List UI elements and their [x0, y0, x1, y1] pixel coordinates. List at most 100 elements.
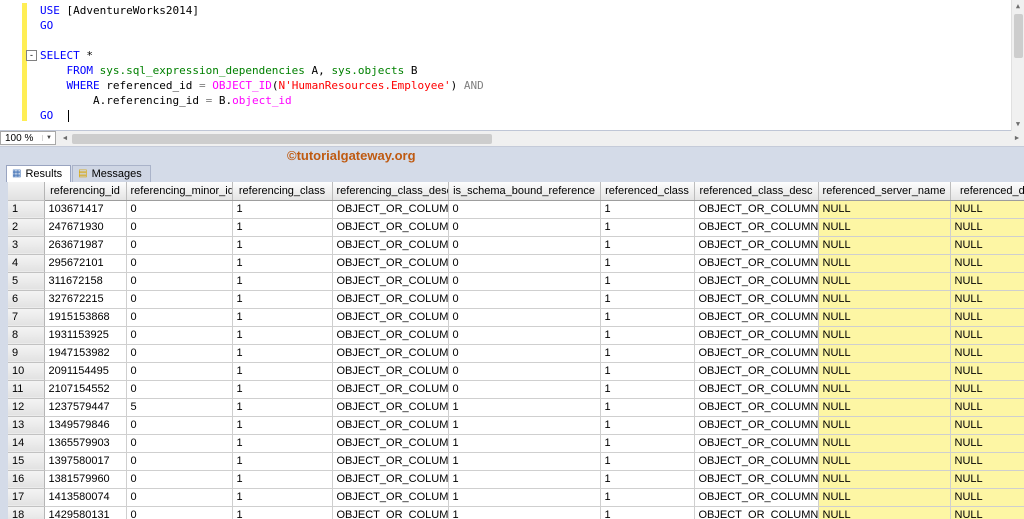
grid-cell[interactable]: 0: [448, 380, 601, 399]
grid-cell[interactable]: 1413580074: [44, 488, 127, 507]
row-number[interactable]: 13: [8, 416, 45, 435]
row-number[interactable]: 1: [8, 200, 45, 219]
grid-cell[interactable]: OBJECT_OR_COLUMN: [332, 272, 449, 291]
grid-cell[interactable]: 1237579447: [44, 398, 127, 417]
grid-cell[interactable]: OBJECT_OR_COLUMN: [332, 290, 449, 309]
grid-cell[interactable]: NULL: [818, 344, 951, 363]
grid-cell[interactable]: NULL: [818, 326, 951, 345]
grid-cell[interactable]: OBJECT_OR_COLUMN: [694, 236, 819, 255]
column-header[interactable]: referencing_minor_id: [126, 182, 233, 201]
row-number[interactable]: 2: [8, 218, 45, 237]
grid-cell[interactable]: 0: [126, 488, 233, 507]
grid-cell[interactable]: 1: [600, 290, 695, 309]
grid-cell[interactable]: 0: [448, 254, 601, 273]
select-all-corner[interactable]: [8, 182, 45, 201]
scrollbar-thumb[interactable]: [1013, 14, 1023, 58]
sql-editor[interactable]: USE [AdventureWorks2014] GO - SELECT * FRO…: [0, 0, 1024, 131]
grid-cell[interactable]: 2091154495: [44, 362, 127, 381]
grid-cell[interactable]: OBJECT_OR_COLUMN: [332, 326, 449, 345]
grid-cell[interactable]: OBJECT_OR_COLUMN: [694, 434, 819, 453]
grid-cell[interactable]: 1: [232, 326, 333, 345]
grid-cell[interactable]: OBJECT_OR_COLUMN: [332, 380, 449, 399]
grid-cell[interactable]: NULL: [950, 236, 1024, 255]
grid-cell[interactable]: 295672101: [44, 254, 127, 273]
grid-cell[interactable]: OBJECT_OR_COLUMN: [694, 200, 819, 219]
grid-cell[interactable]: 1: [232, 416, 333, 435]
column-header[interactable]: referenced_class_desc: [694, 182, 819, 201]
grid-cell[interactable]: OBJECT_OR_COLUMN: [694, 344, 819, 363]
grid-cell[interactable]: NULL: [950, 290, 1024, 309]
grid-cell[interactable]: 247671930: [44, 218, 127, 237]
collapse-toggle-icon[interactable]: -: [26, 50, 37, 61]
grid-cell[interactable]: 1: [232, 362, 333, 381]
grid-cell[interactable]: 0: [126, 344, 233, 363]
grid-cell[interactable]: NULL: [818, 362, 951, 381]
grid-cell[interactable]: NULL: [818, 452, 951, 471]
row-number[interactable]: 10: [8, 362, 45, 381]
grid-cell[interactable]: NULL: [818, 488, 951, 507]
grid-cell[interactable]: 327672215: [44, 290, 127, 309]
grid-cell[interactable]: NULL: [950, 218, 1024, 237]
grid-cell[interactable]: NULL: [818, 236, 951, 255]
grid-cell[interactable]: 1: [232, 434, 333, 453]
grid-cell[interactable]: 0: [126, 506, 233, 519]
grid-cell[interactable]: 0: [448, 236, 601, 255]
grid-cell[interactable]: OBJECT_OR_COLUMN: [332, 218, 449, 237]
grid-cell[interactable]: NULL: [950, 452, 1024, 471]
grid-cell[interactable]: 1: [232, 218, 333, 237]
grid-cell[interactable]: 0: [126, 218, 233, 237]
grid-cell[interactable]: 1: [600, 362, 695, 381]
grid-cell[interactable]: 5: [126, 398, 233, 417]
grid-cell[interactable]: OBJECT_OR_COLUMN: [332, 506, 449, 519]
grid-cell[interactable]: 1915153868: [44, 308, 127, 327]
column-header[interactable]: is_schema_bound_reference: [448, 182, 601, 201]
row-number[interactable]: 4: [8, 254, 45, 273]
grid-cell[interactable]: OBJECT_OR_COLUMN: [694, 398, 819, 417]
grid-cell[interactable]: OBJECT_OR_COLUMN: [332, 488, 449, 507]
grid-cell[interactable]: 1: [232, 272, 333, 291]
grid-cell[interactable]: 1: [600, 218, 695, 237]
grid-cell[interactable]: 1: [232, 470, 333, 489]
grid-cell[interactable]: NULL: [950, 200, 1024, 219]
horizontal-scrollbar[interactable]: ◄ ►: [58, 131, 1024, 146]
grid-cell[interactable]: NULL: [950, 506, 1024, 519]
grid-cell[interactable]: 0: [126, 362, 233, 381]
grid-cell[interactable]: 0: [126, 452, 233, 471]
grid-cell[interactable]: NULL: [950, 272, 1024, 291]
grid-cell[interactable]: 1: [600, 380, 695, 399]
grid-cell[interactable]: NULL: [950, 434, 1024, 453]
grid-cell[interactable]: 0: [126, 326, 233, 345]
column-header[interactable]: referencing_id: [44, 182, 127, 201]
column-header[interactable]: referenced_data: [950, 182, 1024, 201]
grid-cell[interactable]: NULL: [950, 416, 1024, 435]
row-number[interactable]: 6: [8, 290, 45, 309]
grid-cell[interactable]: 1: [600, 488, 695, 507]
grid-cell[interactable]: NULL: [818, 290, 951, 309]
grid-cell[interactable]: OBJECT_OR_COLUMN: [694, 416, 819, 435]
grid-cell[interactable]: 1: [448, 434, 601, 453]
grid-cell[interactable]: 1: [600, 398, 695, 417]
grid-cell[interactable]: 0: [448, 200, 601, 219]
tab-messages[interactable]: ▤ Messages: [72, 165, 151, 182]
grid-cell[interactable]: OBJECT_OR_COLUMN: [694, 326, 819, 345]
row-number[interactable]: 8: [8, 326, 45, 345]
column-header[interactable]: referencing_class_desc: [332, 182, 449, 201]
grid-cell[interactable]: 0: [448, 326, 601, 345]
grid-cell[interactable]: 0: [126, 290, 233, 309]
grid-cell[interactable]: NULL: [818, 308, 951, 327]
grid-cell[interactable]: OBJECT_OR_COLUMN: [332, 416, 449, 435]
tab-results[interactable]: ▦ Results: [6, 165, 72, 182]
grid-cell[interactable]: 1: [600, 416, 695, 435]
grid-cell[interactable]: OBJECT_OR_COLUMN: [332, 362, 449, 381]
grid-cell[interactable]: 1: [448, 506, 601, 519]
grid-cell[interactable]: 0: [126, 236, 233, 255]
editor-vertical-scrollbar[interactable]: ▲ ▼: [1011, 0, 1024, 131]
grid-cell[interactable]: NULL: [950, 398, 1024, 417]
grid-cell[interactable]: 1: [232, 344, 333, 363]
grid-cell[interactable]: 0: [126, 254, 233, 273]
scroll-up-icon[interactable]: ▲: [1016, 0, 1020, 13]
grid-cell[interactable]: 0: [448, 272, 601, 291]
scrollbar-thumb[interactable]: [72, 133, 492, 144]
grid-cell[interactable]: 1: [232, 488, 333, 507]
grid-cell[interactable]: NULL: [950, 254, 1024, 273]
